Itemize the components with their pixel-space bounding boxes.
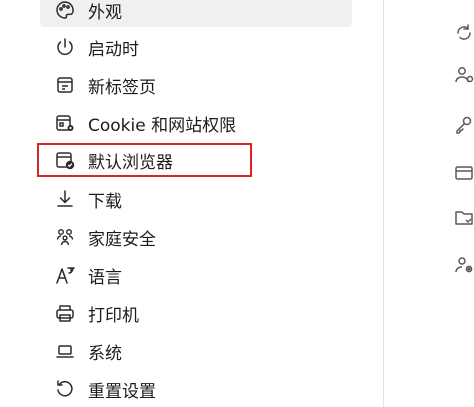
key-icon (453, 114, 474, 136)
settings-sidebar: 外观 启动时 新标签页 Cookie 和网站权限 默认浏览器 下载 家庭安全 语… (0, 0, 383, 407)
sync-icon (453, 22, 474, 44)
sidebar-item-label: 下载 (88, 191, 122, 212)
sidebar-item-default-browser[interactable]: 默认浏览器 (37, 143, 252, 177)
sidebar-item-downloads[interactable]: 下载 (40, 182, 352, 216)
new-tab-icon (54, 74, 76, 96)
language-icon (54, 264, 76, 286)
palette-icon (54, 0, 76, 21)
profile-icon (453, 64, 474, 86)
sidebar-item-printers[interactable]: 打印机 (40, 296, 352, 330)
sidebar-item-languages[interactable]: 语言 (40, 258, 352, 292)
sidebar-item-label: 启动时 (88, 39, 139, 60)
sidebar-item-label: Cookie 和网站权限 (88, 115, 237, 136)
folder-icon (453, 206, 474, 228)
sidebar-item-new-tab[interactable]: 新标签页 (40, 68, 352, 102)
people-gear-icon (453, 254, 474, 276)
card-icon (453, 162, 474, 184)
sidebar-item-label: 新标签页 (88, 77, 156, 98)
sidebar-item-label: 家庭安全 (88, 229, 156, 250)
sidebar-item-label: 重置设置 (88, 381, 156, 402)
power-icon (54, 36, 76, 58)
settings-content-pane (384, 0, 474, 407)
family-icon (54, 226, 76, 248)
site-permissions-icon (54, 112, 76, 134)
default-browser-icon (54, 149, 76, 171)
sidebar-item-on-startup[interactable]: 启动时 (40, 30, 352, 64)
sidebar-item-label: 打印机 (88, 305, 139, 326)
sidebar-item-site-permissions[interactable]: Cookie 和网站权限 (40, 106, 352, 140)
download-icon (54, 188, 76, 210)
laptop-icon (54, 340, 76, 362)
sidebar-item-system[interactable]: 系统 (40, 334, 352, 368)
settings-window: 外观 启动时 新标签页 Cookie 和网站权限 默认浏览器 下载 家庭安全 语… (0, 0, 474, 407)
sidebar-item-reset-settings[interactable]: 重置设置 (40, 372, 352, 406)
sidebar-item-label: 默认浏览器 (88, 152, 173, 173)
sidebar-item-family-safety[interactable]: 家庭安全 (40, 220, 352, 254)
sidebar-item-label: 语言 (88, 267, 122, 288)
sidebar-item-label: 系统 (88, 343, 122, 364)
reset-icon (54, 378, 76, 400)
printer-icon (54, 302, 76, 324)
sidebar-item-appearance[interactable]: 外观 (40, 0, 352, 27)
sidebar-item-label: 外观 (88, 2, 122, 23)
